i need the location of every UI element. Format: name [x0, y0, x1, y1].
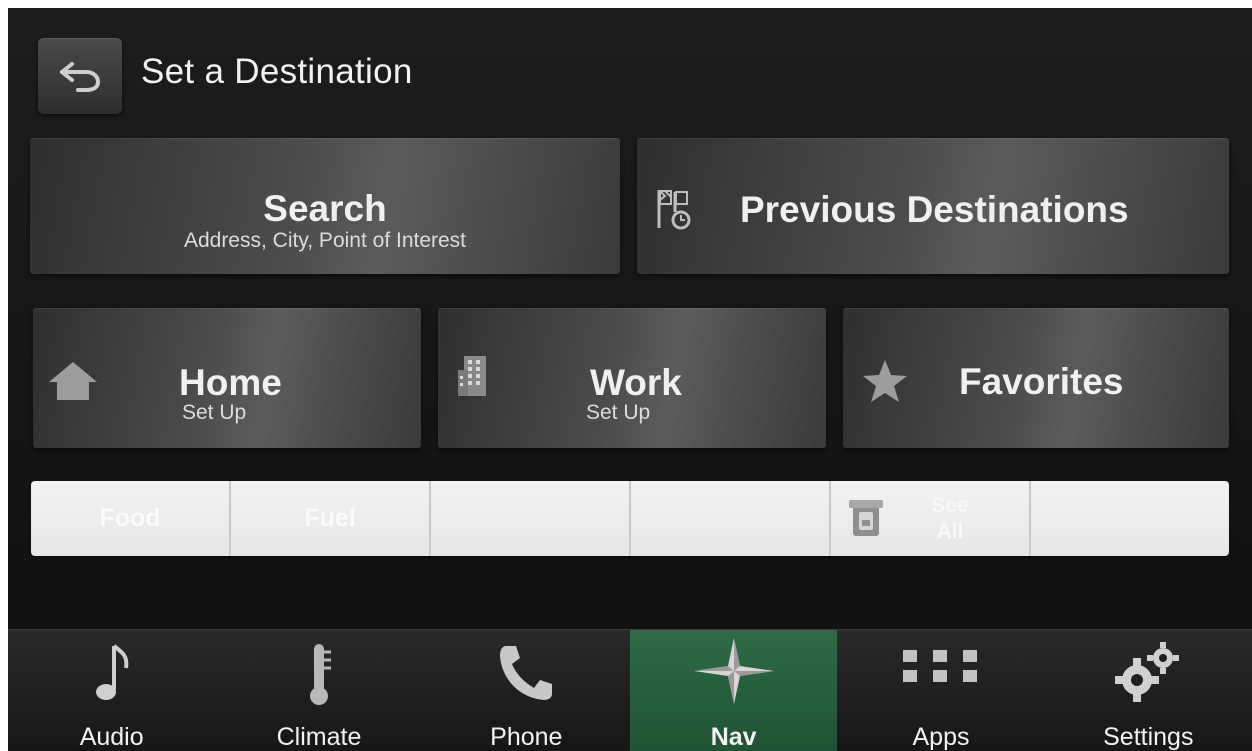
- house-icon: [49, 362, 97, 400]
- home-label: Home: [179, 362, 282, 403]
- nav-tab-nav[interactable]: Nav: [629, 630, 838, 751]
- category-bar: Food Fuel See All: [31, 481, 1229, 556]
- apps-grid-icon: [902, 650, 977, 682]
- work-sublabel: Set Up: [586, 401, 651, 424]
- music-note-icon: [95, 644, 129, 700]
- nav-label-climate: Climate: [276, 723, 362, 751]
- nav-tab-audio[interactable]: Audio: [8, 630, 215, 751]
- nav-label-settings: Settings: [1103, 723, 1194, 751]
- flags-clock-icon: [657, 190, 691, 230]
- back-arrow-icon: [60, 62, 101, 92]
- category-see-all[interactable]: See All: [831, 481, 1031, 556]
- search-button[interactable]: Search Address, City, Point of Interest: [30, 138, 620, 274]
- work-button[interactable]: Work Set Up: [438, 308, 826, 448]
- page-title: Set a Destination: [141, 52, 413, 91]
- nav-tab-settings[interactable]: Settings: [1045, 630, 1252, 751]
- nav-tab-climate[interactable]: Climate: [215, 630, 422, 751]
- nav-label-phone: Phone: [490, 723, 563, 751]
- category-4[interactable]: [631, 481, 831, 556]
- home-button[interactable]: Home Set Up: [33, 308, 421, 448]
- category-fuel[interactable]: Fuel: [231, 481, 431, 556]
- favorites-label: Favorites: [959, 361, 1124, 402]
- search-label: Search: [263, 188, 387, 229]
- thermometer-icon: [309, 644, 331, 705]
- category-6[interactable]: [1031, 481, 1229, 556]
- home-sublabel: Set Up: [182, 401, 247, 424]
- nav-tab-apps[interactable]: Apps: [837, 630, 1044, 751]
- nav-screen: Set a Destination Search Address, City, …: [8, 8, 1252, 751]
- see-all-icon: [849, 500, 883, 536]
- gears-icon: [1115, 642, 1180, 702]
- category-see-all-label: See All: [931, 493, 969, 543]
- nav-tab-phone[interactable]: Phone: [423, 630, 630, 751]
- category-3[interactable]: [431, 481, 631, 556]
- favorites-button[interactable]: Favorites: [843, 308, 1229, 448]
- nav-label-nav: Nav: [710, 723, 757, 751]
- bottom-nav: Audio Climate Phone Nav Apps Settings: [8, 629, 1252, 751]
- category-food-label: Food: [99, 504, 161, 532]
- previous-destinations-label: Previous Destinations: [740, 189, 1129, 230]
- nav-label-audio: Audio: [79, 723, 144, 751]
- phone-icon: [500, 646, 553, 700]
- category-food[interactable]: Food: [31, 481, 231, 556]
- back-button[interactable]: [38, 38, 122, 114]
- category-fuel-label: Fuel: [304, 504, 356, 532]
- work-label: Work: [590, 362, 682, 403]
- building-icon: [458, 356, 486, 396]
- nav-label-apps: Apps: [912, 723, 970, 751]
- star-icon: [863, 360, 907, 402]
- search-sublabel: Address, City, Point of Interest: [183, 229, 467, 252]
- previous-destinations-button[interactable]: Previous Destinations: [637, 138, 1229, 274]
- compass-star-icon: [693, 638, 774, 704]
